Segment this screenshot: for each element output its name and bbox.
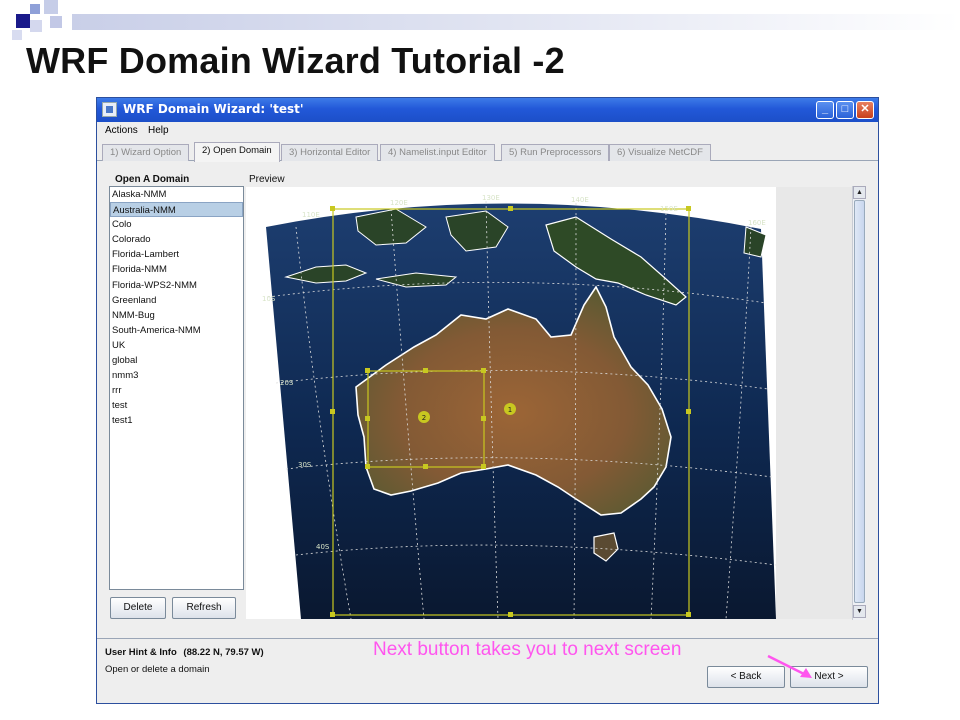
decor-band: [72, 14, 960, 30]
list-item[interactable]: Colo: [110, 217, 243, 232]
domain-1-marker-label: 1: [508, 406, 512, 414]
menu-actions[interactable]: Actions: [105, 125, 138, 136]
decor-square: [50, 16, 62, 28]
lat-label: 20S: [280, 379, 294, 387]
preview-panel: 1 2 110E 120E 130E 140E 150E 160E 10S 20…: [246, 187, 866, 619]
menubar: Actions Help: [97, 122, 878, 141]
list-item[interactable]: test1: [110, 413, 243, 428]
tab-visualize-netcdf[interactable]: 6) Visualize NetCDF: [609, 144, 711, 161]
lon-label: 120E: [390, 199, 408, 207]
menu-help[interactable]: Help: [148, 125, 169, 136]
map-svg: 1 2 110E 120E 130E 140E 150E 160E 10S 20…: [262, 194, 776, 619]
minimize-button[interactable]: _: [816, 101, 834, 119]
lat-label: 40S: [316, 543, 330, 551]
list-item[interactable]: Florida-NMM: [110, 262, 243, 277]
scroll-up-icon[interactable]: ▲: [853, 186, 866, 199]
domain-2-marker-label: 2: [422, 414, 426, 422]
decor-square: [30, 4, 40, 14]
tab-run-preprocessors[interactable]: 5) Run Preprocessors: [501, 144, 610, 161]
list-item[interactable]: test: [110, 398, 243, 413]
lon-label: 160E: [748, 219, 766, 227]
lon-label: 150E: [660, 205, 678, 213]
preview-label: Preview: [249, 174, 285, 185]
slide-title: WRF Domain Wizard Tutorial -2: [26, 40, 565, 81]
list-item[interactable]: South-America-NMM: [110, 323, 243, 338]
scroll-down-icon[interactable]: ▼: [853, 605, 866, 618]
maximize-button[interactable]: □: [836, 101, 854, 119]
lat-label: 10S: [262, 295, 276, 303]
tab-namelist-editor[interactable]: 4) Namelist.input Editor: [380, 144, 495, 161]
hint-coords: (88.22 N, 79.57 W): [183, 647, 264, 658]
list-item[interactable]: rrr: [110, 383, 243, 398]
land-islands: [743, 226, 767, 258]
delete-button[interactable]: Delete: [110, 597, 166, 619]
hint-text: Open or delete a domain: [105, 664, 210, 675]
list-item[interactable]: NMM-Bug: [110, 308, 243, 323]
callout-arrow: [767, 654, 812, 678]
refresh-button[interactable]: Refresh: [172, 597, 236, 619]
list-item[interactable]: Florida-WPS2-NMM: [110, 278, 243, 293]
list-item[interactable]: Greenland: [110, 293, 243, 308]
tab-horizontal-editor[interactable]: 3) Horizontal Editor: [281, 144, 379, 161]
domain-map[interactable]: 1 2 110E 120E 130E 140E 150E 160E 10S 20…: [246, 187, 776, 619]
list-item[interactable]: Colorado: [110, 232, 243, 247]
list-item[interactable]: global: [110, 353, 243, 368]
close-button[interactable]: ✕: [856, 101, 874, 119]
list-item[interactable]: UK: [110, 338, 243, 353]
lon-label: 110E: [302, 211, 320, 219]
domain-list[interactable]: Alaska-NMM Australia-NMM Colo Colorado F…: [109, 186, 244, 590]
tab-bar: 1) Wizard Option 2) Open Domain 3) Horiz…: [97, 141, 878, 162]
decor-square: [44, 0, 58, 14]
open-domain-title: Open A Domain: [115, 174, 190, 185]
decor-square: [16, 14, 30, 28]
app-icon: [102, 102, 117, 117]
wizard-window: WRF Domain Wizard: 'test' _ □ ✕ Actions …: [96, 97, 879, 704]
decor-square: [30, 20, 42, 32]
list-item[interactable]: Alaska-NMM: [110, 187, 243, 202]
decor-square: [12, 30, 22, 40]
scroll-thumb[interactable]: [854, 200, 865, 603]
window-titlebar[interactable]: WRF Domain Wizard: 'test' _ □ ✕: [97, 98, 878, 122]
lon-label: 130E: [482, 194, 500, 202]
tab-wizard-option[interactable]: 1) Wizard Option: [102, 144, 190, 161]
callout-text: Next button takes you to next screen: [373, 639, 682, 660]
lon-label: 140E: [571, 196, 589, 204]
lat-label: 30S: [298, 461, 312, 469]
window-title: WRF Domain Wizard: 'test': [123, 102, 304, 116]
list-item-selected[interactable]: Australia-NMM: [110, 202, 243, 218]
hint-title: User Hint & Info (88.22 N, 79.57 W): [105, 647, 264, 658]
list-item[interactable]: nmm3: [110, 368, 243, 383]
preview-scrollbar[interactable]: ▲ ▼: [852, 186, 866, 620]
hint-title-label: User Hint & Info: [105, 647, 177, 658]
tab-open-domain[interactable]: 2) Open Domain: [194, 142, 280, 162]
list-item[interactable]: Florida-Lambert: [110, 247, 243, 262]
